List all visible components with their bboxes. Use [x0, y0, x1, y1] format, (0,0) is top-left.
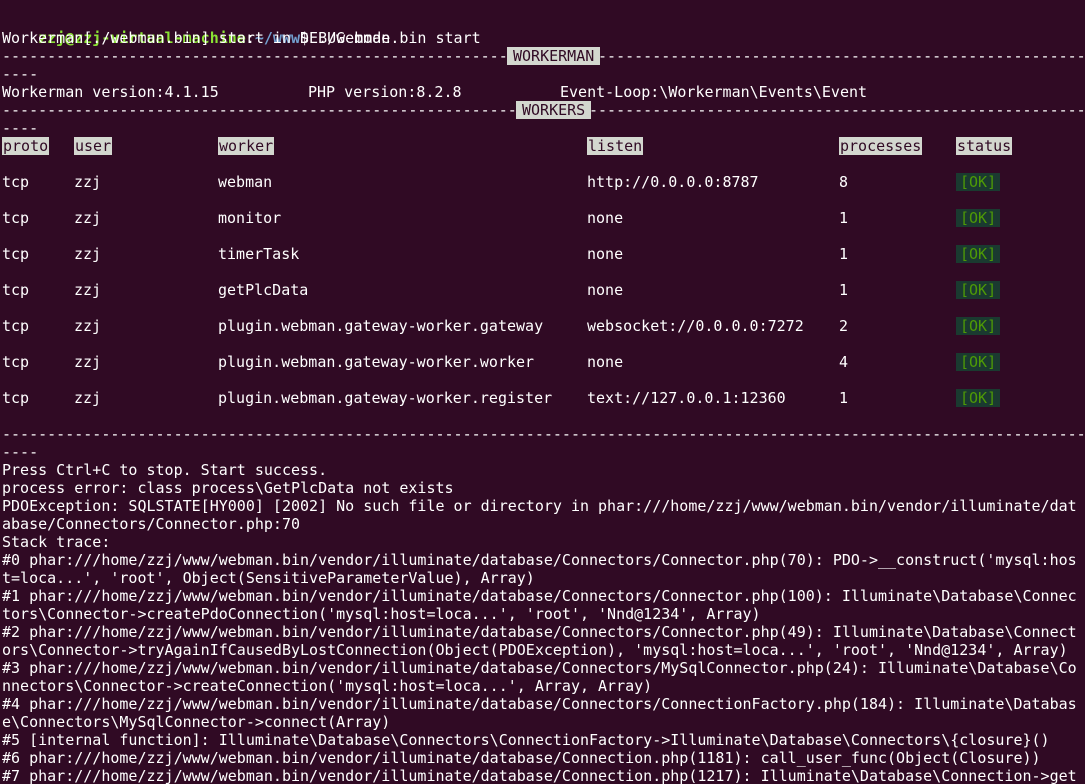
table-cell-worker: plugin.webman.gateway-worker.register — [218, 389, 553, 407]
output-line: #6 phar:///home/zzj/www/webman.bin/vendo… — [2, 749, 1041, 767]
table-cell-status: [OK] — [956, 209, 1001, 227]
output-line: t=loca...', 'root', Object(SensitivePara… — [2, 569, 535, 587]
table-cell-processes: 1 — [839, 245, 849, 263]
table-cell-proto: tcp — [2, 389, 30, 407]
terminal-window[interactable]: zzj@zzj-virtual-machine:~/www$ ./webman.… — [0, 0, 1085, 784]
output-line: nnectors\Connector->createConnection('my… — [2, 677, 653, 695]
table-header-status: status — [956, 137, 1013, 155]
table-cell-user: zzj — [74, 173, 102, 191]
table-cell-user: zzj — [74, 245, 102, 263]
table-cell-processes: 2 — [839, 317, 849, 335]
table-cell-status: [OK] — [956, 353, 1001, 371]
table-cell-status: [OK] — [956, 245, 1001, 263]
table-cell-processes: 1 — [839, 209, 849, 227]
output-line: Stack trace: — [2, 533, 111, 551]
output-line: #0 phar:///home/zzj/www/webman.bin/vendo… — [2, 551, 1077, 569]
output-line: #7 phar:///home/zzj/www/webman.bin/vendo… — [2, 767, 1077, 784]
table-cell-processes: 1 — [839, 389, 849, 407]
prompt-line: zzj@zzj-virtual-machine:~/www$ ./webman.… — [2, 11, 481, 47]
table-cell-worker: plugin.webman.gateway-worker.worker — [218, 353, 535, 371]
table-cell-listen: none — [587, 209, 624, 227]
output-line: process error: class process\GetPlcData … — [2, 479, 454, 497]
table-header-proto: proto — [2, 137, 50, 155]
table-cell-listen: text://127.0.0.1:12360 — [587, 389, 786, 407]
separator-line: ----------------------------------------… — [2, 425, 1085, 443]
table-cell-status: [OK] — [956, 389, 1001, 407]
separator-tail: ---- — [2, 119, 39, 137]
output-line: #4 phar:///home/zzj/www/webman.bin/vendo… — [2, 695, 1077, 713]
table-cell-processes: 1 — [839, 281, 849, 299]
output-line: PDOException: SQLSTATE[HY000] [2002] No … — [2, 497, 1077, 515]
separator-tail: ---- — [2, 443, 39, 461]
output-line: ors\Connector->tryAgainIfCausedByLostCon… — [2, 641, 1068, 659]
table-cell-worker: timerTask — [218, 245, 300, 263]
table-cell-user: zzj — [74, 317, 102, 335]
table-cell-proto: tcp — [2, 353, 30, 371]
output-line: abase/Connectors/Connector.php:70 — [2, 515, 301, 533]
table-cell-worker: monitor — [218, 209, 282, 227]
table-header-worker: worker — [218, 137, 275, 155]
table-cell-listen: none — [587, 281, 624, 299]
table-cell-status: [OK] — [956, 281, 1001, 299]
table-cell-processes: 8 — [839, 173, 849, 191]
output-line: Press Ctrl+C to stop. Start success. — [2, 461, 328, 479]
table-header-user: user — [74, 137, 113, 155]
table-cell-worker: getPlcData — [218, 281, 309, 299]
output-line: #5 [internal function]: Illuminate\Datab… — [2, 731, 1050, 749]
table-cell-proto: tcp — [2, 245, 30, 263]
table-cell-user: zzj — [74, 353, 102, 371]
output-line: #3 phar:///home/zzj/www/webman.bin/vendo… — [2, 659, 1077, 677]
table-cell-listen: none — [587, 353, 624, 371]
table-header-processes: processes — [839, 137, 923, 155]
event-loop: Event-Loop:\Workerman\Events\Event — [560, 83, 868, 101]
table-cell-listen: http://0.0.0.0:8787 — [587, 173, 759, 191]
separator-tail: ---- — [2, 65, 39, 83]
table-cell-status: [OK] — [956, 173, 1001, 191]
table-cell-worker: webman — [218, 173, 273, 191]
table-cell-worker: plugin.webman.gateway-worker.gateway — [218, 317, 544, 335]
output-line: #2 phar:///home/zzj/www/webman.bin/vendo… — [2, 623, 1077, 641]
start-line: Workerman[./webman.bin] start in DEBUG m… — [2, 29, 391, 47]
table-cell-user: zzj — [74, 389, 102, 407]
section-label-workerman: WORKERMAN — [507, 47, 601, 65]
version-php: PHP version:8.2.8 — [308, 83, 462, 101]
output-line: e\Connectors\MySqlConnector->connect(Arr… — [2, 713, 391, 731]
output-line: tors\Connector->createPdoConnection('mys… — [2, 605, 761, 623]
output-line: #1 phar:///home/zzj/www/webman.bin/vendo… — [2, 587, 1077, 605]
table-cell-proto: tcp — [2, 173, 30, 191]
table-cell-processes: 4 — [839, 353, 849, 371]
table-header-listen: listen — [587, 137, 644, 155]
table-cell-user: zzj — [74, 209, 102, 227]
table-cell-proto: tcp — [2, 317, 30, 335]
table-cell-proto: tcp — [2, 281, 30, 299]
table-cell-proto: tcp — [2, 209, 30, 227]
table-cell-status: [OK] — [956, 317, 1001, 335]
table-cell-user: zzj — [74, 281, 102, 299]
table-cell-listen: websocket://0.0.0.0:7272 — [587, 317, 804, 335]
section-label-workers: WORKERS — [516, 101, 592, 119]
table-cell-listen: none — [587, 245, 624, 263]
version-workerman: Workerman version:4.1.15 — [2, 83, 219, 101]
